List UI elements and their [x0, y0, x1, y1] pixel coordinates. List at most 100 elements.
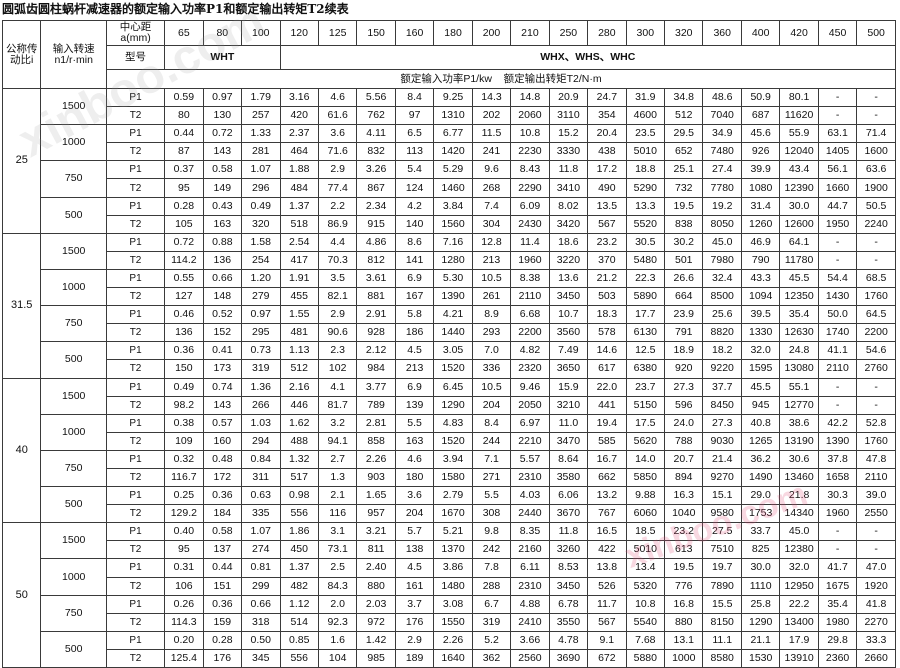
value-cell: 124	[394, 178, 435, 198]
value-cell: 1.36	[241, 377, 281, 397]
value-cell: 1.37	[279, 196, 319, 216]
value-cell: 0.49	[164, 377, 204, 397]
param-label: P1	[105, 124, 166, 144]
value-cell: 2.37	[279, 124, 319, 144]
value-cell: 32.0	[740, 341, 781, 361]
ratio-cell: 31.5	[1, 232, 42, 379]
param-label: T2	[105, 178, 166, 198]
value-cell: 15.9	[548, 377, 589, 397]
value-cell: 104	[317, 648, 358, 668]
speed-header: 输入转速n1/r·min	[40, 20, 107, 89]
value-cell: 3470	[548, 431, 589, 451]
value-cell: 613	[664, 540, 704, 560]
param-label: P1	[105, 522, 166, 542]
value-cell: 27.4	[702, 160, 742, 180]
table-row: T2 150 173 319 512 102 984 213 1520 336 2320 3650 61…	[3, 359, 896, 379]
value-cell: 1260	[740, 214, 781, 234]
value-cell: 880	[664, 612, 704, 632]
value-cell: 7780	[702, 178, 742, 198]
value-cell: 0.63	[241, 486, 281, 506]
value-cell: 985	[356, 648, 396, 668]
value-cell: 18.8	[625, 160, 666, 180]
value-cell: 33.3	[856, 630, 896, 650]
value-cell: 19.2	[702, 196, 742, 216]
speed-cell: 500	[40, 630, 107, 668]
value-cell: 4.4	[317, 232, 358, 252]
value-cell: 18.9	[664, 341, 704, 361]
value-cell: 1265	[740, 431, 781, 451]
value-cell: 3450	[548, 576, 589, 596]
value-cell: 0.66	[202, 268, 243, 289]
value-cell: 0.58	[202, 522, 243, 542]
value-cell: 867	[356, 178, 396, 198]
center-distance-cell: 160	[394, 20, 435, 46]
value-cell: 881	[356, 287, 396, 307]
value-cell: 567	[587, 214, 627, 234]
value-cell: 1.6	[317, 630, 358, 650]
value-cell: 23.5	[625, 124, 666, 144]
value-cell: 73.1	[317, 540, 358, 560]
value-cell: 1490	[740, 467, 781, 488]
value-cell: 9.6	[471, 160, 512, 180]
value-cell: 5290	[625, 178, 666, 198]
value-cell: 7.16	[433, 232, 473, 252]
value-cell: 3420	[548, 214, 589, 234]
value-cell: 151	[202, 576, 243, 596]
value-cell: 3560	[548, 323, 589, 343]
value-cell: 420	[279, 106, 319, 126]
value-cell: 29.0	[740, 486, 781, 506]
value-cell: 22.0	[587, 377, 627, 397]
center-distance-cell: 100	[241, 20, 281, 46]
value-cell: 17.2	[587, 160, 627, 180]
param-label: P1	[105, 630, 166, 650]
value-cell: 3.94	[433, 449, 473, 469]
value-cell: 450	[279, 540, 319, 560]
value-cell: 20.7	[664, 449, 704, 469]
value-cell: 1290	[740, 612, 781, 632]
value-cell: 6.97	[510, 413, 550, 433]
value-cell: 2.9	[394, 630, 435, 650]
value-cell: 213	[471, 250, 512, 270]
value-cell: 143	[202, 142, 243, 162]
value-cell: 6.78	[548, 594, 589, 614]
value-cell: 130	[202, 106, 243, 126]
value-cell: 926	[740, 142, 781, 162]
value-cell: 1000	[664, 648, 704, 668]
value-cell: 87	[164, 142, 204, 162]
value-cell: 4.1	[317, 377, 358, 397]
value-cell: 20.9	[548, 87, 589, 108]
value-cell: 957	[356, 504, 396, 524]
value-cell: 2.5	[317, 558, 358, 578]
data-table-wrapper: 公称传动比i 输入转速n1/r·min 中心距a(mm) 65 80 100 1…	[1, 20, 897, 668]
value-cell: 1.03	[241, 413, 281, 433]
value-cell: 6.11	[510, 558, 550, 578]
value-cell: 40.8	[740, 413, 781, 433]
value-cell: 105	[164, 214, 204, 234]
value-cell: 318	[241, 612, 281, 632]
value-cell: 662	[587, 467, 627, 488]
value-cell: 903	[356, 467, 396, 488]
value-cell: 30.6	[779, 449, 819, 469]
value-cell: 501	[664, 250, 704, 270]
value-cell: 2210	[510, 431, 550, 451]
value-cell: 90.6	[317, 323, 358, 343]
param-label: T2	[105, 540, 166, 560]
value-cell: 41.7	[817, 558, 858, 578]
value-cell: 271	[471, 467, 512, 488]
value-cell: -	[817, 522, 858, 542]
value-cell: 4.2	[394, 196, 435, 216]
value-cell: 274	[241, 540, 281, 560]
value-cell: 1.20	[241, 268, 281, 289]
value-cell: 858	[356, 431, 396, 451]
table-row: T2 114.2 136 254 417 70.3 812 141 1280 213 1960 322…	[3, 250, 896, 270]
value-cell: 5.21	[433, 522, 473, 542]
value-cell: 30.2	[664, 232, 704, 252]
table-row: T2 109 160 294 488 94.1 858 163 1520 244 2210 3470 5…	[3, 431, 896, 451]
value-cell: 13080	[779, 359, 819, 379]
value-cell: 80.1	[779, 87, 819, 108]
value-cell: 2.9	[317, 160, 358, 180]
value-cell: 23.2	[664, 522, 704, 542]
value-cell: 319	[471, 612, 512, 632]
value-cell: -	[817, 540, 858, 560]
value-cell: 11.1	[702, 630, 742, 650]
